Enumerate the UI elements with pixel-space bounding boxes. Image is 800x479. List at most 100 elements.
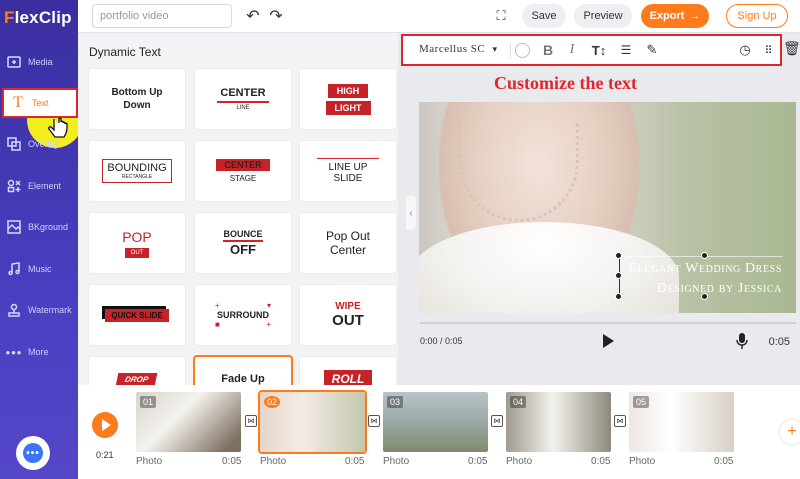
clip-label: Photo — [629, 456, 656, 467]
arrow-right-icon: → — [689, 10, 701, 22]
clip-label: Photo — [136, 456, 163, 467]
save-button[interactable]: Save — [522, 4, 566, 28]
sidebar-item-label: Element — [28, 181, 62, 191]
italic-button[interactable]: I — [564, 41, 580, 59]
timeline-clip[interactable]: 05 — [629, 392, 734, 452]
text-preset-wipe-out[interactable]: WIPE OUT — [300, 285, 396, 345]
clip-label: Photo — [260, 456, 287, 467]
bold-button[interactable]: B — [540, 41, 556, 59]
text-preset-quick-slide[interactable]: QUICK SLIDE — [89, 285, 185, 345]
text-preset-surround[interactable]: + ▾ SURROUND ■ + — [195, 285, 291, 345]
chat-support-button[interactable]: ••• — [16, 436, 50, 470]
text-preset-drop[interactable]: DROP — [89, 357, 185, 385]
canvas-text-line-1: Elegant Wedding Dress — [628, 261, 782, 276]
text-preset-pop-out-center[interactable]: Pop Out Center — [300, 213, 396, 273]
text-preset-bounding-rectangle[interactable]: BOUNDING RECTANGLE — [89, 141, 185, 201]
grid-icon[interactable]: ⠿ — [759, 41, 777, 59]
collapse-panel-handle[interactable]: ‹ — [406, 196, 416, 230]
sidebar-item-watermark[interactable]: Watermark — [0, 295, 78, 325]
total-duration: 0:21 — [96, 450, 114, 460]
progress-bar[interactable] — [420, 322, 796, 324]
player-controls: 0:00 / 0:05 0:05 — [406, 322, 800, 385]
transition-icon[interactable]: ⋈ — [368, 415, 380, 427]
text-preset-fade-up[interactable]: Fade Up — [195, 357, 291, 385]
divider — [510, 43, 511, 59]
sidebar-item-label: Watermark — [28, 305, 72, 315]
timeline-clip[interactable]: 04 — [506, 392, 611, 452]
media-icon — [6, 54, 22, 70]
clip-duration: 0:05 — [591, 456, 611, 467]
dynamic-text-panel: Dynamic Text Bottom Up Down CENTER LINE … — [78, 33, 398, 385]
sidebar-item-overlay[interactable]: Overlay — [0, 129, 78, 159]
text-preset-center-line[interactable]: CENTER LINE — [195, 69, 291, 129]
sidebar-item-label: Music — [28, 264, 52, 274]
sidebar-item-bkground[interactable]: BKground — [0, 212, 78, 242]
duration: 0:05 — [768, 336, 790, 348]
preview-button[interactable]: Preview — [574, 4, 632, 28]
clock-icon[interactable]: ◷ — [736, 41, 754, 59]
undo-icon[interactable]: ↶ — [244, 7, 262, 25]
edit-style-icon[interactable]: ✎ — [643, 41, 661, 59]
canvas-text-overlay[interactable]: Elegant Wedding Dress Designed by Jessic… — [617, 259, 782, 299]
sidebar-item-text[interactable]: T Text — [2, 88, 78, 118]
overlay-icon — [6, 136, 22, 152]
text-preset-pop-out[interactable]: POP OUT — [89, 213, 185, 273]
text-preset-bottom-up-down[interactable]: Bottom Up Down — [89, 69, 185, 129]
color-picker-button[interactable] — [513, 41, 531, 59]
resize-handle[interactable] — [615, 252, 622, 259]
font-select[interactable]: Marcellus SC ▾ — [419, 43, 497, 55]
text-preset-roll[interactable]: ROLL — [300, 357, 396, 385]
timeline-play-button[interactable] — [92, 412, 118, 438]
export-button[interactable]: Export → — [641, 4, 709, 28]
more-icon: ••• — [5, 344, 23, 360]
align-icon[interactable]: ☰ — [617, 41, 635, 59]
chevron-left-icon: ‹ — [409, 207, 413, 219]
background-icon — [6, 219, 22, 235]
transition-icon[interactable]: ⋈ — [491, 415, 503, 427]
trash-icon[interactable]: 🗑 — [783, 40, 800, 57]
microphone-icon[interactable] — [736, 332, 748, 350]
flexclip-logo[interactable]: FlexClip — [4, 8, 72, 28]
timeline-clip[interactable]: 03 — [383, 392, 488, 452]
text-icon: T — [13, 94, 23, 111]
selection-frame-top — [617, 256, 783, 257]
sidebar-item-label: More — [28, 347, 49, 357]
panel-title: Dynamic Text — [89, 45, 161, 59]
clip-label: Photo — [383, 456, 410, 467]
project-name-input[interactable]: portfolio video — [92, 4, 232, 28]
text-preset-highlight[interactable]: HIGH LIGHT — [300, 69, 396, 129]
sidebar-item-music[interactable]: Music — [0, 254, 78, 284]
play-icon — [101, 419, 111, 431]
timeline-clip[interactable]: 01 — [136, 392, 241, 452]
chat-icon: ••• — [23, 443, 43, 463]
clip-duration: 0:05 — [468, 456, 488, 467]
clip-duration: 0:05 — [714, 456, 734, 467]
sign-up-button[interactable]: Sign Up — [726, 4, 788, 28]
resize-handle[interactable] — [701, 252, 708, 259]
play-icon[interactable] — [603, 334, 614, 348]
annotation-caption: Customize the text — [494, 73, 637, 93]
transition-icon[interactable]: ⋈ — [614, 415, 626, 427]
sidebar-item-media[interactable]: Media — [0, 47, 78, 77]
current-time: 0:00 / 0:05 — [420, 336, 463, 346]
chevron-down-icon: ▾ — [492, 45, 498, 55]
watermark-icon — [6, 302, 22, 318]
redo-icon[interactable]: ↷ — [267, 7, 285, 25]
sidebar-item-label: Text — [32, 98, 49, 108]
transition-icon[interactable]: ⋈ — [245, 415, 257, 427]
timeline: 0:21 01 Photo 0:05 ⋈ 02 Photo 0:05 ⋈ 03 … — [78, 385, 800, 479]
text-preset-bounce-off[interactable]: BOUNCE OFF — [195, 213, 291, 273]
fullscreen-icon[interactable]: ⛶ — [492, 7, 510, 25]
text-preset-line-up-slide[interactable]: LINE UP SLIDE — [300, 141, 396, 201]
logo-text: lexClip — [14, 8, 72, 27]
timeline-clip[interactable]: 02 — [260, 392, 365, 452]
add-clip-button[interactable]: + — [780, 420, 800, 444]
sidebar-item-more[interactable]: ••• More — [0, 337, 78, 367]
clip-duration: 0:05 — [222, 456, 242, 467]
top-bar: portfolio video ↶ ↷ ⛶ Save Preview Expor… — [78, 0, 800, 33]
canvas-text-line-2: Designed by Jessica — [656, 281, 782, 296]
sidebar-item-label: Overlay — [28, 139, 60, 149]
sidebar-item-element[interactable]: Element — [0, 171, 78, 201]
text-size-icon[interactable]: T↕ — [589, 41, 609, 59]
text-preset-center-stage[interactable]: CENTER STAGE — [195, 141, 291, 201]
